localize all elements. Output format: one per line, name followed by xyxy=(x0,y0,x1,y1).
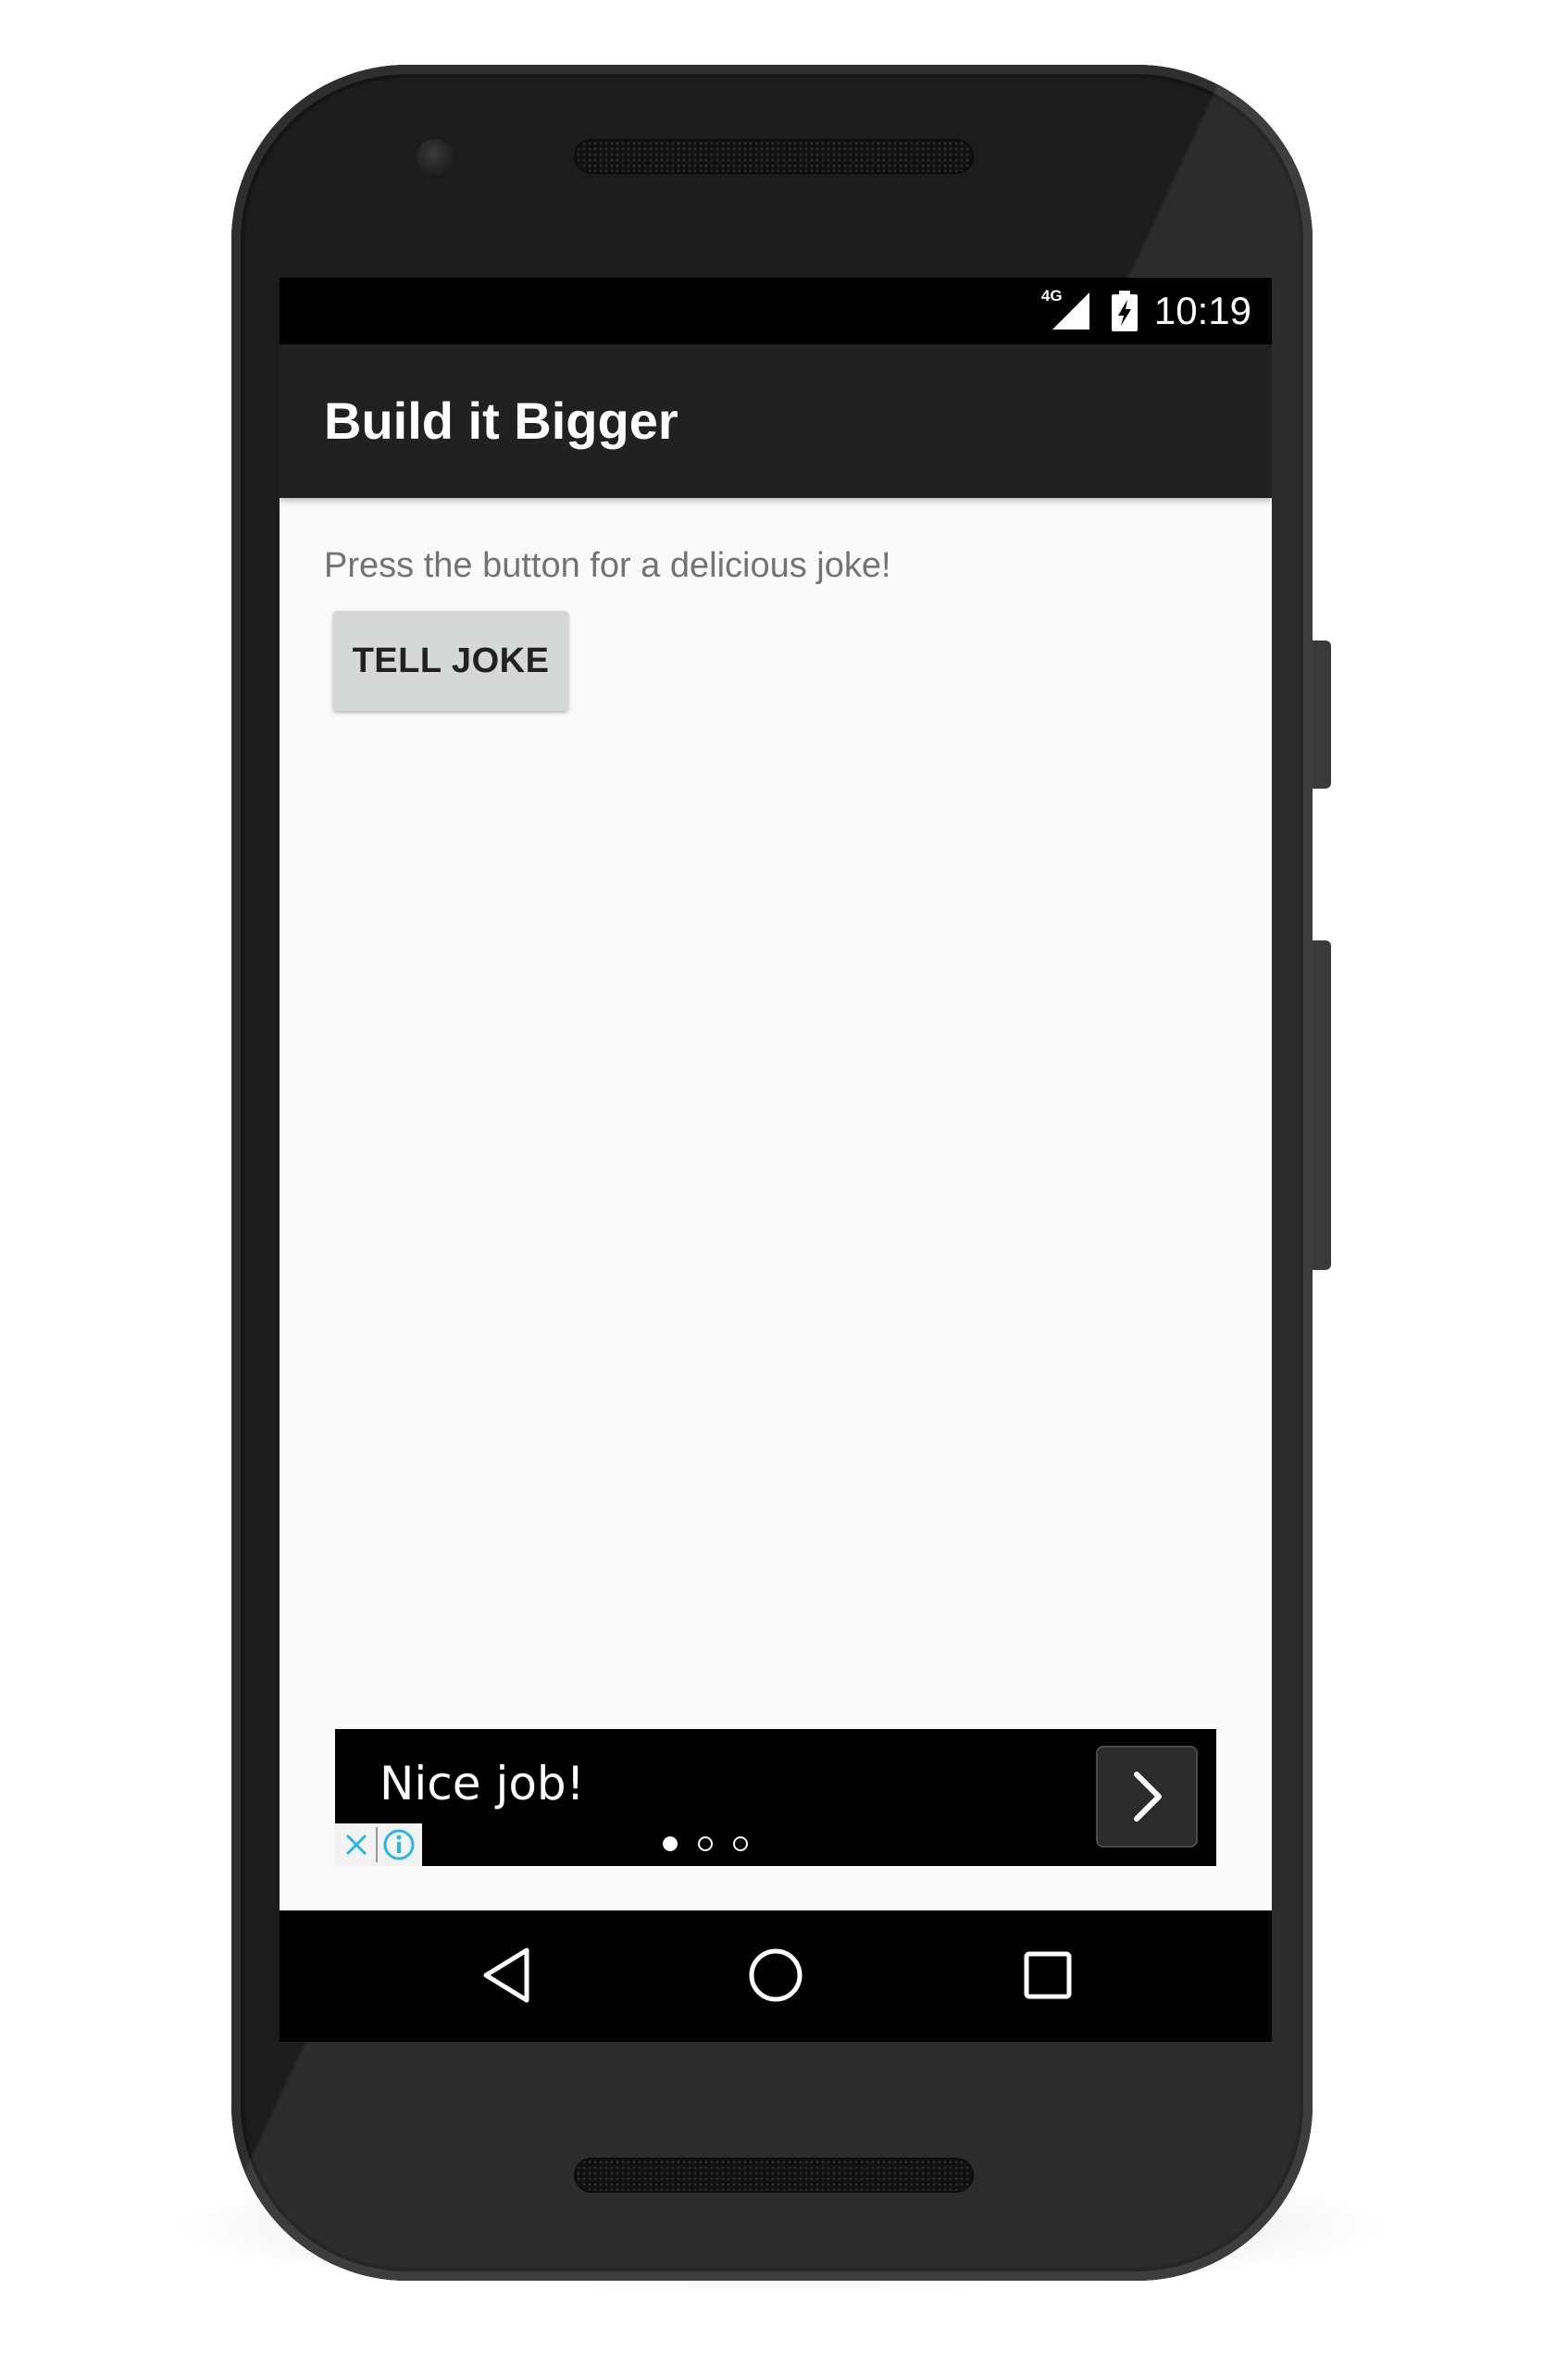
back-icon xyxy=(483,1947,529,2003)
status-time: 10:19 xyxy=(1153,289,1251,332)
device-screen: 4G 10:19 Build it Bigger Press the butto… xyxy=(280,278,1272,2042)
cellular-signal-icon: 4G xyxy=(1041,287,1095,331)
info-icon[interactable] xyxy=(378,1823,420,1866)
ad-headline[interactable]: Nice job! xyxy=(380,1757,585,1810)
tell-joke-button[interactable]: TELL JOKE xyxy=(333,611,568,711)
chevron-right-icon xyxy=(1134,1772,1162,1822)
top-speaker-grille xyxy=(576,141,972,172)
app-title: Build it Bigger xyxy=(324,392,678,450)
ad-page-dot-active[interactable] xyxy=(663,1836,678,1851)
bottom-speaker-grille xyxy=(576,2159,972,2191)
nav-home-button[interactable] xyxy=(729,1929,822,2022)
home-icon xyxy=(749,1948,803,2002)
nav-recents-button[interactable] xyxy=(1002,1929,1094,2022)
adchoices-badge xyxy=(335,1823,422,1866)
close-icon[interactable] xyxy=(335,1823,378,1866)
status-bar: 4G 10:19 xyxy=(280,278,1272,344)
ad-next-button[interactable] xyxy=(1096,1746,1198,1848)
joke-prompt-text: Press the button for a delicious joke! xyxy=(324,546,891,585)
ad-banner[interactable]: Nice job! xyxy=(335,1729,1216,1866)
ad-page-dot[interactable] xyxy=(733,1836,748,1851)
recents-icon xyxy=(1024,1951,1072,1999)
app-bar: Build it Bigger xyxy=(280,344,1272,498)
volume-rocker[interactable] xyxy=(1311,940,1331,1270)
ad-page-indicator xyxy=(663,1836,748,1851)
power-button[interactable] xyxy=(1311,641,1331,789)
battery-charging-icon xyxy=(1111,291,1138,331)
navigation-bar xyxy=(280,1910,1272,2042)
nav-back-button[interactable] xyxy=(461,1929,554,2022)
front-camera xyxy=(417,139,454,176)
status-icons: 4G 10:19 xyxy=(1041,278,1251,344)
ad-page-dot[interactable] xyxy=(698,1836,713,1851)
